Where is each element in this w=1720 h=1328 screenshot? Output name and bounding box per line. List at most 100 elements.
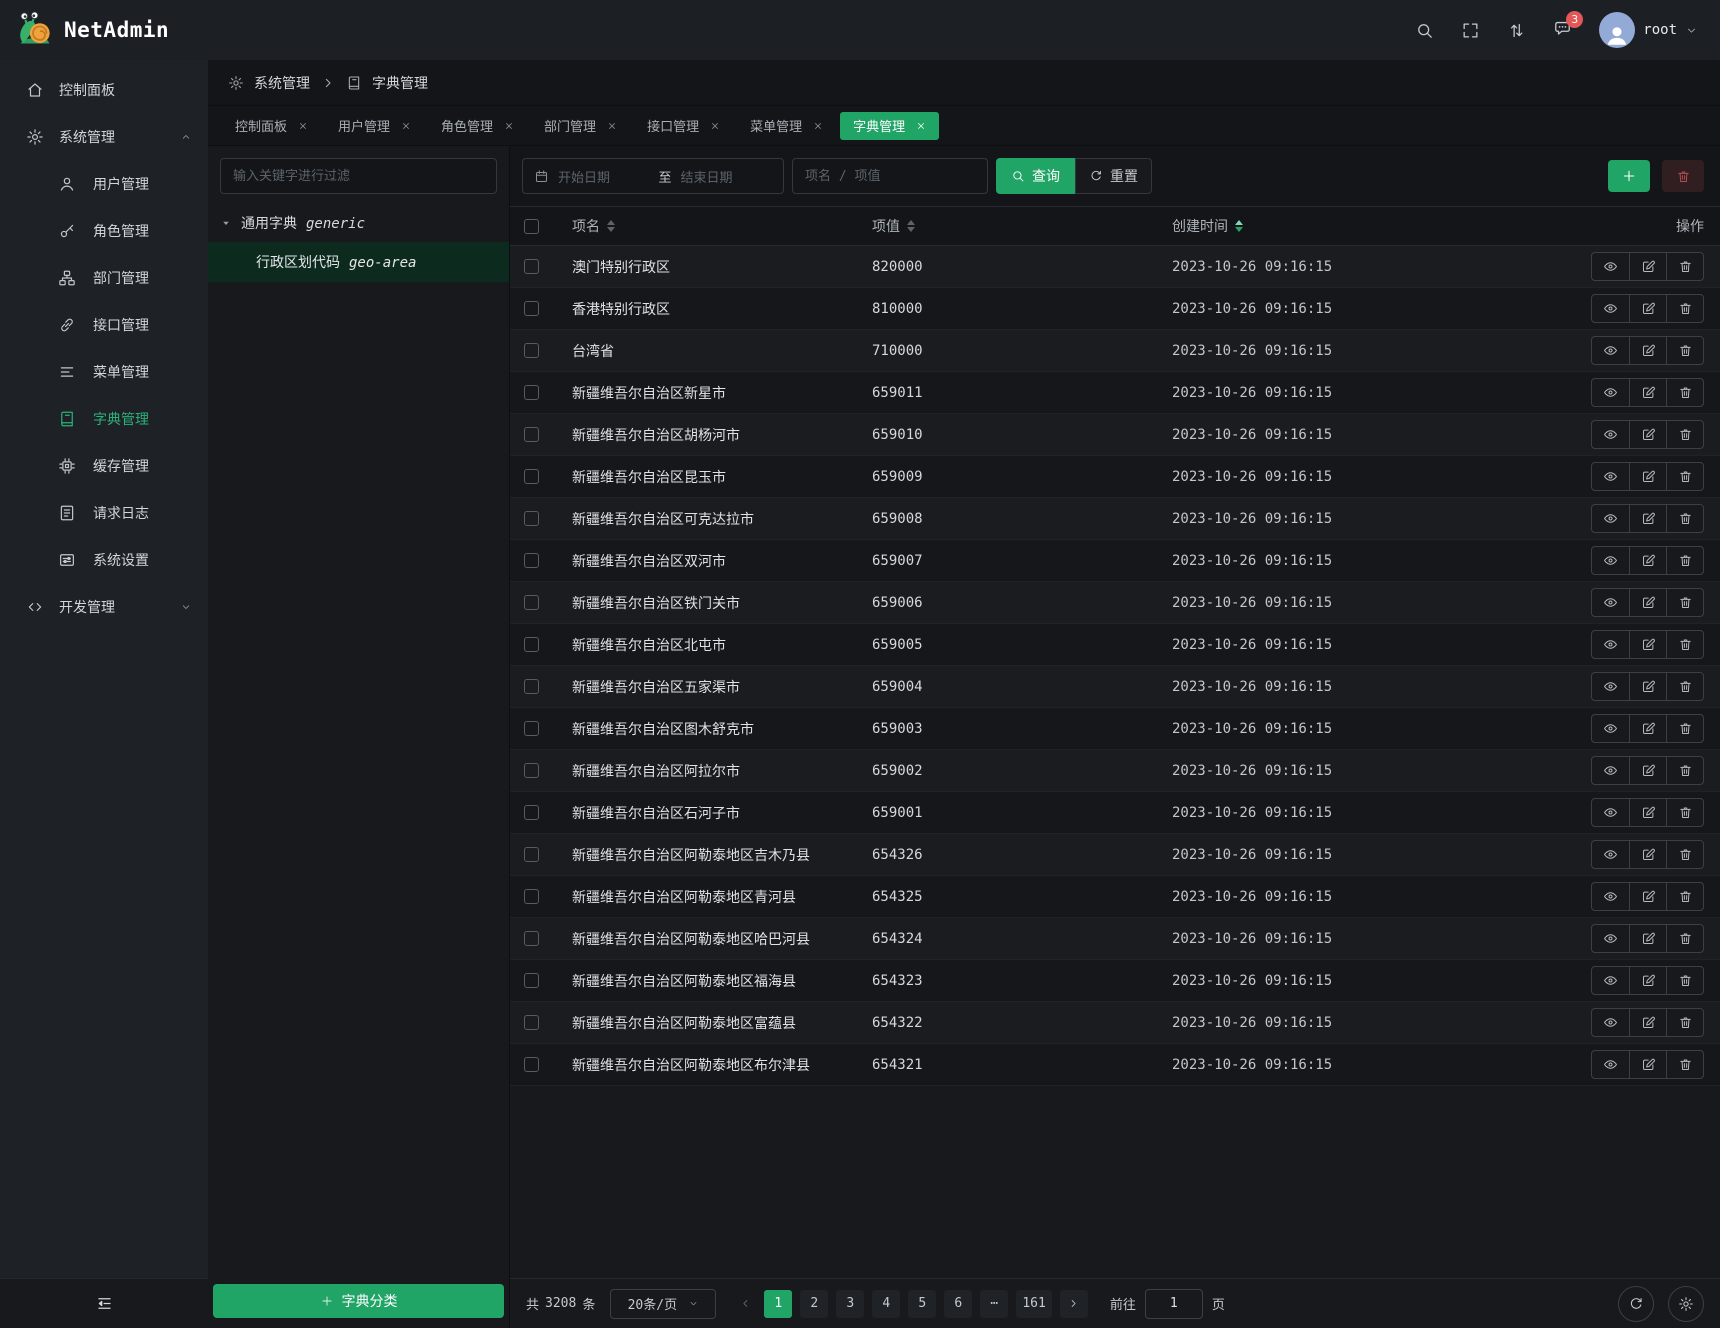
sort-control[interactable] [607,220,615,232]
sort-control-active[interactable] [1235,220,1243,232]
page-button[interactable]: 2 [800,1290,828,1318]
swap-vertical-icon[interactable] [1507,21,1526,40]
delete-button[interactable] [1666,715,1703,742]
row-checkbox[interactable] [524,301,539,316]
view-button[interactable] [1592,631,1629,658]
edit-button[interactable] [1629,883,1666,910]
delete-button[interactable] [1666,295,1703,322]
close-icon[interactable] [298,121,308,131]
sidebar-submenu-item[interactable]: 接口管理 [0,301,208,348]
row-checkbox[interactable] [524,1015,539,1030]
reload-button[interactable] [1618,1286,1654,1322]
add-row-button[interactable] [1608,160,1650,192]
delete-button[interactable] [1666,883,1703,910]
edit-button[interactable] [1629,505,1666,532]
view-button[interactable] [1592,841,1629,868]
page-button[interactable]: 161 [1016,1290,1051,1318]
delete-button[interactable] [1666,967,1703,994]
sidebar-submenu-item[interactable]: 缓存管理 [0,442,208,489]
close-icon[interactable] [401,121,411,131]
search-icon[interactable] [1415,21,1434,40]
delete-button[interactable] [1666,673,1703,700]
delete-button[interactable] [1666,925,1703,952]
sidebar-item-dashboard[interactable]: 控制面板 [0,66,208,113]
edit-button[interactable] [1629,841,1666,868]
tab[interactable]: 接口管理 [634,112,733,140]
edit-button[interactable] [1629,295,1666,322]
menu-fold-icon[interactable] [95,1294,114,1313]
view-button[interactable] [1592,757,1629,784]
tab[interactable]: 角色管理 [428,112,527,140]
delete-button[interactable] [1666,463,1703,490]
close-icon[interactable] [916,121,926,131]
view-button[interactable] [1592,1009,1629,1036]
row-checkbox[interactable] [524,889,539,904]
row-checkbox[interactable] [524,385,539,400]
row-checkbox[interactable] [524,1057,539,1072]
view-button[interactable] [1592,463,1629,490]
delete-button[interactable] [1666,253,1703,280]
view-button[interactable] [1592,505,1629,532]
view-button[interactable] [1592,547,1629,574]
tab[interactable]: 字典管理 [840,112,939,140]
view-button[interactable] [1592,589,1629,616]
tree-node-geo-area[interactable]: 行政区划代码geo-area [208,242,509,282]
edit-button[interactable] [1629,589,1666,616]
view-button[interactable] [1592,799,1629,826]
sidebar-item-dev[interactable]: 开发管理 [0,583,208,630]
view-button[interactable] [1592,421,1629,448]
delete-button[interactable] [1666,337,1703,364]
row-checkbox[interactable] [524,427,539,442]
sidebar-submenu-item[interactable]: 菜单管理 [0,348,208,395]
notifications-button[interactable]: 3 [1553,19,1572,42]
edit-button[interactable] [1629,253,1666,280]
row-checkbox[interactable] [524,931,539,946]
column-header-created[interactable]: 创建时间 [1172,216,1534,236]
row-checkbox[interactable] [524,469,539,484]
view-button[interactable] [1592,337,1629,364]
view-button[interactable] [1592,925,1629,952]
tab[interactable]: 控制面板 [222,112,321,140]
page-size-select[interactable]: 20条/页 [610,1289,716,1319]
tab[interactable]: 用户管理 [325,112,424,140]
tree-filter-input[interactable] [220,158,497,194]
view-button[interactable] [1592,295,1629,322]
delete-button[interactable] [1666,799,1703,826]
delete-button[interactable] [1666,547,1703,574]
delete-button[interactable] [1666,1009,1703,1036]
reset-button[interactable]: 重置 [1075,158,1152,194]
edit-button[interactable] [1629,799,1666,826]
delete-button[interactable] [1666,841,1703,868]
next-page-button[interactable] [1060,1290,1088,1318]
edit-button[interactable] [1629,1009,1666,1036]
page-button[interactable]: 1 [764,1290,792,1318]
fullscreen-icon[interactable] [1461,21,1480,40]
view-button[interactable] [1592,379,1629,406]
edit-button[interactable] [1629,631,1666,658]
delete-button[interactable] [1666,505,1703,532]
delete-button[interactable] [1666,421,1703,448]
view-button[interactable] [1592,673,1629,700]
query-button[interactable]: 查询 [996,158,1075,194]
edit-button[interactable] [1629,337,1666,364]
close-icon[interactable] [813,121,823,131]
row-checkbox[interactable] [524,805,539,820]
edit-button[interactable] [1629,925,1666,952]
row-checkbox[interactable] [524,973,539,988]
view-button[interactable] [1592,1051,1629,1078]
page-button[interactable]: 6 [944,1290,972,1318]
sidebar-submenu-item[interactable]: 系统设置 [0,536,208,583]
sort-control[interactable] [907,220,915,232]
prev-page-button[interactable] [732,1290,758,1318]
view-button[interactable] [1592,715,1629,742]
view-button[interactable] [1592,883,1629,910]
sidebar-item-system[interactable]: 系统管理 [0,113,208,160]
view-button[interactable] [1592,967,1629,994]
sidebar-submenu-item[interactable]: 用户管理 [0,160,208,207]
close-icon[interactable] [710,121,720,131]
add-category-button[interactable]: 字典分类 [213,1284,504,1318]
edit-button[interactable] [1629,421,1666,448]
close-icon[interactable] [607,121,617,131]
close-icon[interactable] [504,121,514,131]
page-button[interactable]: 3 [836,1290,864,1318]
